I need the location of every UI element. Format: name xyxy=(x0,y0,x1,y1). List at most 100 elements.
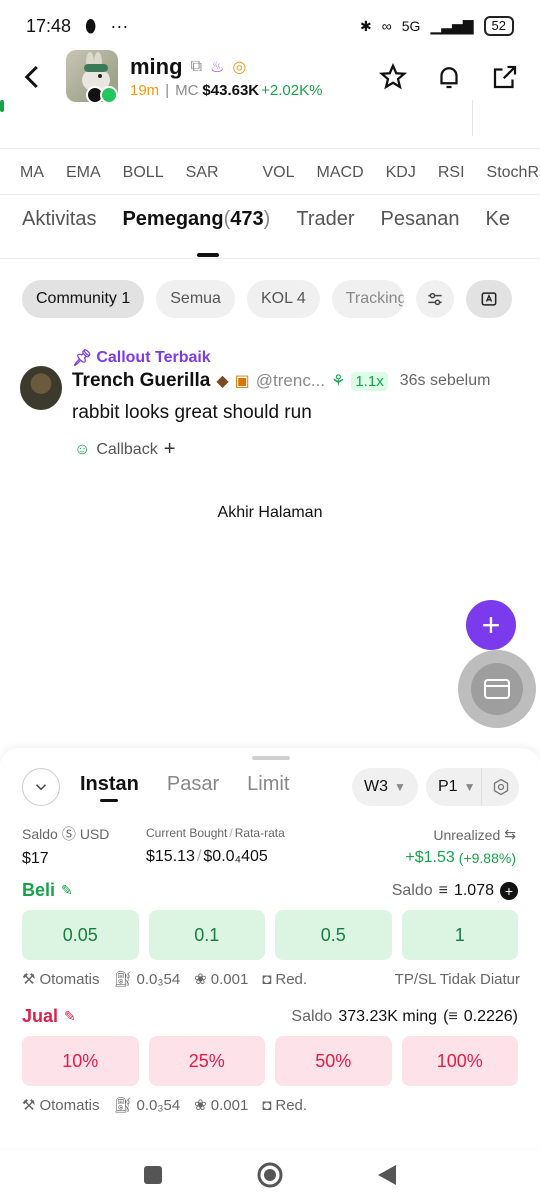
sell-balance-sol: 0.2226 xyxy=(463,1008,513,1025)
pin-icon: 📌︎ xyxy=(72,350,93,367)
indicator-kdj[interactable]: KDJ xyxy=(386,164,416,182)
sell-percents: 10% 25% 50% 100% xyxy=(22,1036,518,1086)
callout-user-row: Trench Guerilla ◆ ▣ @trenc... ⚘ 1.1x 36s… xyxy=(72,370,490,392)
system-nav-bar xyxy=(0,1150,540,1200)
share-icon[interactable] xyxy=(490,62,520,92)
bought-stat: Current Bought / Rata-rata $15.13/$0.0₄405 xyxy=(146,826,285,865)
preset-select[interactable]: P1 ▼ xyxy=(426,768,520,806)
status-time: 17:48 xyxy=(26,15,72,36)
token-age: 19m xyxy=(130,82,160,99)
indicator-ema[interactable]: EMA xyxy=(66,164,101,182)
auto-icon: ⚒ xyxy=(22,1097,36,1114)
edit-pencil-icon[interactable]: ✎ xyxy=(64,1008,76,1025)
flame-icon: ♨ xyxy=(210,59,225,76)
filter-sliders-icon[interactable] xyxy=(415,280,454,318)
chevron-down-icon xyxy=(35,784,47,791)
add-fab-button[interactable]: + xyxy=(466,600,516,650)
back-triangle-icon[interactable] xyxy=(376,1163,398,1187)
sell-header: Jual ✎ xyxy=(22,1006,76,1027)
buy-amount-button[interactable]: 0.5 xyxy=(275,910,392,960)
coin-icon: ◎ xyxy=(232,59,247,76)
buy-header: Beli ✎ xyxy=(22,880,73,901)
preset-settings-button[interactable] xyxy=(481,768,519,806)
indicator-vol[interactable]: VOL xyxy=(263,164,295,182)
sell-percent-button[interactable]: 10% xyxy=(22,1036,139,1086)
sell-meta: ⚒ Otomatis ⛽︎ 0.0₃54 ❀ 0.001 ◘ Red. xyxy=(22,1096,520,1115)
swap-icon[interactable]: ⇆ xyxy=(504,826,516,843)
chip-tracking[interactable]: Tracking xyxy=(331,280,404,318)
shield-icon: ◘ xyxy=(262,1096,272,1114)
indicator-rsi[interactable]: RSI xyxy=(438,164,465,182)
tab-limit[interactable]: Limit xyxy=(247,773,289,796)
wallet-label: W3 xyxy=(364,778,388,795)
mc-label: MC xyxy=(175,82,199,99)
recents-square-icon[interactable] xyxy=(142,1164,164,1186)
network-label: 5G xyxy=(401,18,421,34)
tab-instan[interactable]: Instan xyxy=(80,773,139,796)
buy-amount-button[interactable]: 1 xyxy=(401,910,518,960)
tab-more[interactable]: Ke xyxy=(485,208,509,231)
pill-badge-icon xyxy=(100,86,118,104)
indicator-boll[interactable]: BOLL xyxy=(123,164,164,182)
dollar-circle-icon: Ⓢ xyxy=(61,826,76,842)
sell-balance: Saldo 373.23K ming (≡ 0.2226) xyxy=(291,1008,518,1025)
chip-semua[interactable]: Semua xyxy=(156,280,235,318)
callout-message: rabbit looks great should run xyxy=(72,402,312,423)
chip-kol[interactable]: KOL 4 xyxy=(246,280,320,318)
window-icon xyxy=(484,679,510,699)
panel-grip[interactable] xyxy=(252,756,290,760)
saldo-label: Saldo xyxy=(22,826,58,842)
more-dots-icon: ··· xyxy=(110,15,129,36)
frog-icon: ⚘ xyxy=(331,373,346,390)
avg-value: $0.0₄405 xyxy=(203,848,268,865)
indicator-sar[interactable]: SAR xyxy=(186,164,219,182)
home-circle-icon[interactable] xyxy=(256,1161,284,1189)
ai-image-icon[interactable] xyxy=(465,280,512,318)
sell-percent-button[interactable]: 100% xyxy=(401,1036,518,1086)
shield-icon: ◘ xyxy=(262,970,272,988)
buy-amount-button[interactable]: 0.1 xyxy=(148,910,265,960)
tab-aktivitas[interactable]: Aktivitas xyxy=(22,208,96,231)
sell-balance-value: 373.23K ming xyxy=(338,1008,438,1025)
tab-trader[interactable]: Trader xyxy=(296,208,354,231)
floating-window-button[interactable] xyxy=(458,650,536,728)
indicator-ma[interactable]: MA xyxy=(20,164,44,182)
unrealized-pct: (+9.88%) xyxy=(458,850,516,866)
user-avatar[interactable] xyxy=(20,366,62,410)
bought-label: Current Bought xyxy=(146,826,228,840)
tpsl-status[interactable]: TP/SL Tidak Diatur xyxy=(395,971,520,988)
buy-amount-button[interactable]: 0.05 xyxy=(22,910,139,960)
edit-pencil-icon[interactable]: ✎ xyxy=(61,882,73,899)
sol-icon: ≡ xyxy=(448,1008,458,1025)
chart-edge xyxy=(0,100,4,112)
unrealized-value: +$1.53 xyxy=(405,849,455,866)
user-name[interactable]: Trench Guerilla xyxy=(72,370,210,392)
indicator-macd[interactable]: MACD xyxy=(317,164,364,182)
end-of-page: Akhir Halaman xyxy=(217,504,323,521)
back-arrow-icon[interactable] xyxy=(18,60,48,94)
caret-down-icon: ▼ xyxy=(394,780,406,794)
sell-percent-button[interactable]: 50% xyxy=(275,1036,392,1086)
callback-label: Callback xyxy=(96,440,158,458)
preset-label: P1 xyxy=(438,778,458,795)
callback-button[interactable]: ☺ Callback + xyxy=(74,438,175,461)
sell-percent-button[interactable]: 25% xyxy=(148,1036,265,1086)
indicator-stochrsi[interactable]: StochRsi xyxy=(487,164,540,182)
token-meta: 19m | MC $43.63K +2.02K% xyxy=(130,82,323,99)
tab-pesanan[interactable]: Pesanan xyxy=(381,208,460,231)
gas-icon: ⛽︎ xyxy=(113,1097,133,1114)
frog-face-icon: ☺ xyxy=(74,440,91,458)
star-icon[interactable] xyxy=(378,62,408,92)
bell-icon[interactable] xyxy=(434,62,464,92)
tab-pasar[interactable]: Pasar xyxy=(167,773,219,796)
add-funds-icon[interactable]: + xyxy=(500,882,518,900)
tab-pemegang[interactable]: Pemegang(473) xyxy=(122,208,270,231)
bull-icon: ◆ xyxy=(216,373,229,390)
wallet-select[interactable]: W3 ▼ xyxy=(352,768,418,806)
mc-value: $43.63K xyxy=(202,82,260,99)
collapse-button[interactable] xyxy=(22,768,60,806)
chip-community[interactable]: Community 1 xyxy=(22,280,145,318)
avg-label: Rata-rata xyxy=(234,826,285,840)
battery-icon: 52 xyxy=(483,16,514,36)
copy-icon[interactable]: ⧉ xyxy=(191,58,202,76)
